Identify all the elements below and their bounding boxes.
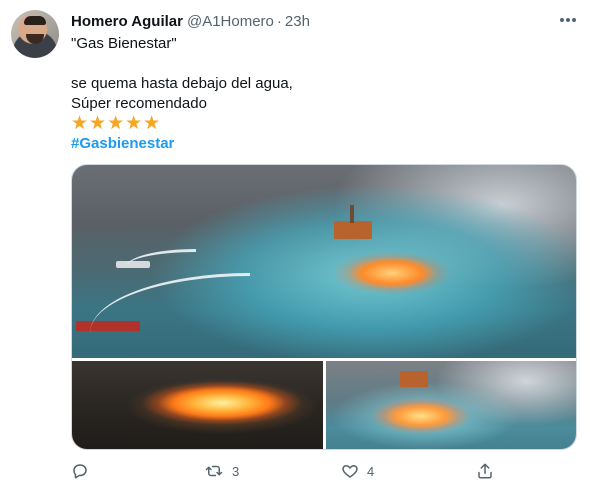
share-button[interactable]	[476, 460, 494, 482]
action-bar: 3 4	[71, 460, 577, 482]
more-icon	[560, 18, 576, 22]
retweet-count: 3	[232, 463, 240, 479]
reply-button[interactable]	[71, 460, 89, 482]
like-button[interactable]: 4	[341, 460, 374, 482]
timestamp[interactable]: 23h	[285, 13, 310, 30]
oil-rig-shape	[400, 371, 428, 387]
oil-rig-tower	[350, 205, 354, 223]
tweet-text-line-2: se quema hasta debajo del agua,	[71, 75, 293, 92]
photo-bottom-right[interactable]	[326, 361, 576, 449]
water-jet-small	[126, 249, 196, 267]
tweet-text-line-1: "Gas Bienestar"	[71, 35, 177, 52]
star-rating: ★★★★★	[71, 113, 162, 134]
like-icon	[342, 465, 358, 478]
media-grid[interactable]	[71, 164, 577, 450]
display-name[interactable]: Homero Aguilar	[71, 13, 183, 30]
avatar-hair	[24, 16, 46, 25]
user-handle[interactable]: @A1Homero	[187, 13, 274, 30]
like-count: 4	[367, 463, 375, 479]
tweet-card[interactable]: Homero Aguilar @A1Homero · 23h "Gas Bien…	[0, 0, 590, 491]
share-icon	[478, 463, 492, 479]
tweet-text-line-3: Súper recomendado	[71, 95, 207, 112]
reply-icon	[73, 464, 87, 479]
avatar[interactable]	[11, 10, 59, 58]
water-jet	[90, 273, 250, 333]
retweet-icon	[205, 465, 223, 477]
separator-dot: ·	[276, 12, 282, 30]
more-options-button[interactable]	[556, 8, 580, 32]
tweet-header: Homero Aguilar @A1Homero · 23h	[71, 11, 310, 31]
photo-bottom-left[interactable]	[72, 361, 323, 449]
photo-main[interactable]	[72, 165, 576, 358]
retweet-button[interactable]: 3	[204, 460, 239, 482]
oil-rig-shape	[334, 221, 372, 239]
hashtag-link[interactable]: #Gasbienestar	[71, 134, 174, 154]
avatar-beard	[26, 34, 44, 44]
